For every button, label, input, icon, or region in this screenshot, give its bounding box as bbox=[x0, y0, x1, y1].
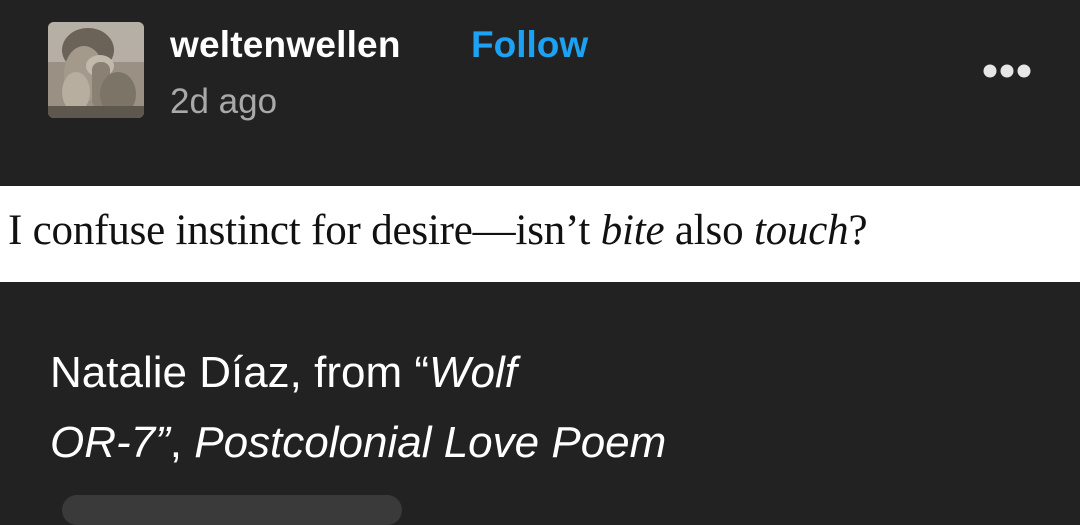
post-header: weltenwellen Follow 2d ago bbox=[0, 0, 1080, 170]
follow-button[interactable]: Follow bbox=[471, 24, 588, 66]
quote-part-2: also bbox=[664, 207, 754, 254]
more-options-button[interactable] bbox=[976, 55, 1040, 87]
avatar[interactable] bbox=[48, 22, 144, 118]
post-timestamp: 2d ago bbox=[170, 82, 278, 121]
quote-image: I confuse instinct for desire—isn’t bite… bbox=[0, 186, 1080, 282]
caption-line-2: OR-7”, Postcolonial Love Poem bbox=[50, 408, 666, 478]
quote-emphasis-touch: touch bbox=[753, 207, 849, 254]
more-horizontal-icon bbox=[983, 64, 1031, 78]
caption-separator: , bbox=[169, 418, 195, 467]
tag-pill[interactable] bbox=[62, 495, 402, 525]
quote-emphasis-bite: bite bbox=[600, 207, 665, 254]
caption-line-1: Natalie Díaz, from “Wolf bbox=[50, 338, 666, 408]
caption-author: Natalie Díaz, from “ bbox=[50, 348, 429, 397]
caption-poem-title-end: OR-7” bbox=[50, 418, 170, 467]
post-caption: Natalie Díaz, from “Wolf OR-7”, Postcolo… bbox=[50, 338, 666, 478]
quote-text: I confuse instinct for desire—isn’t bite… bbox=[8, 206, 868, 255]
avatar-sculpture-image bbox=[48, 22, 144, 118]
quote-part-1: I confuse instinct for desire—isn’t bbox=[8, 207, 601, 254]
username-link[interactable]: weltenwellen bbox=[170, 24, 401, 66]
caption-book-title: Postcolonial Love Poem bbox=[194, 418, 667, 467]
quote-part-3: ? bbox=[848, 207, 868, 254]
caption-poem-title-start: Wolf bbox=[428, 348, 517, 397]
